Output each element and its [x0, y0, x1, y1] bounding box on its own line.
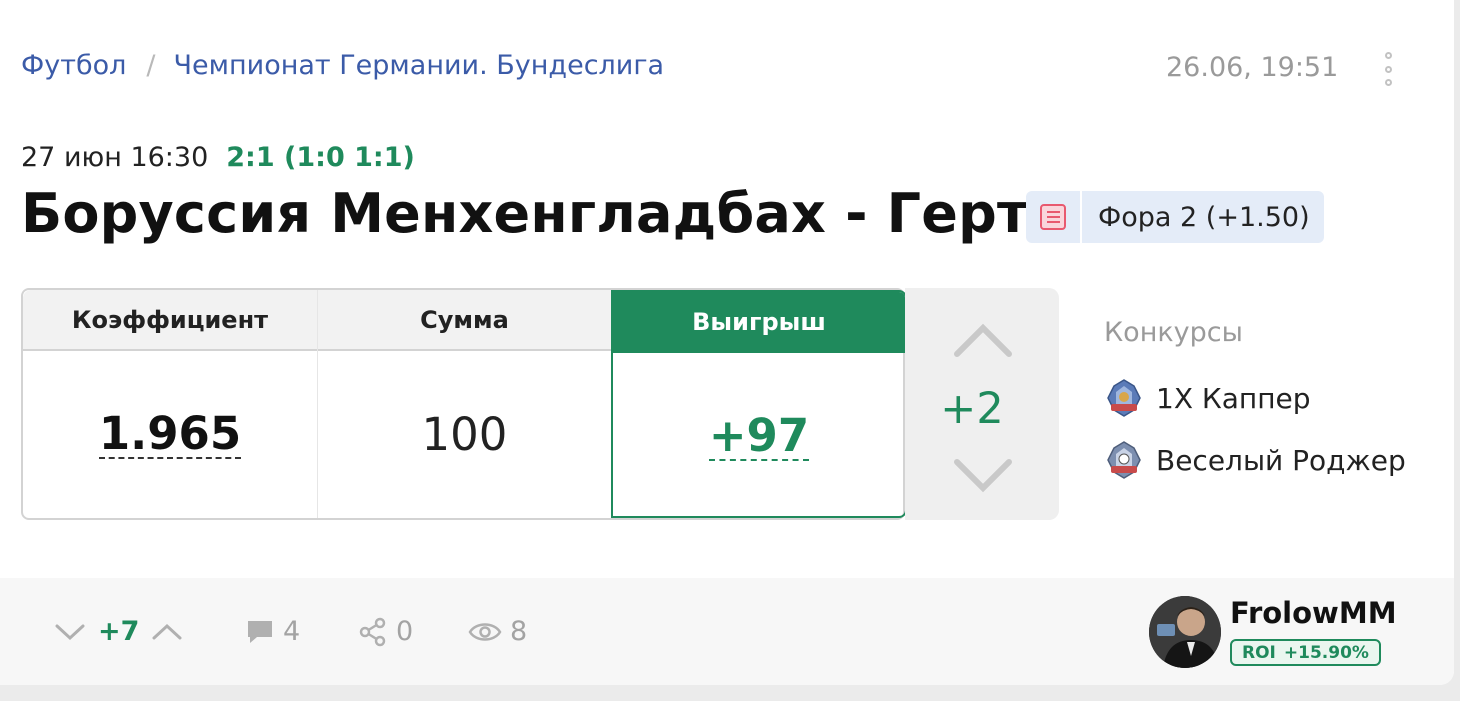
- chevron-down-icon[interactable]: [54, 621, 86, 643]
- shares-stat[interactable]: 0: [358, 616, 413, 647]
- avatar[interactable]: [1149, 596, 1221, 668]
- author-name[interactable]: FrolowMM: [1230, 596, 1397, 630]
- more-options-icon[interactable]: [1378, 52, 1398, 86]
- win-header: Выигрыш: [613, 292, 905, 353]
- rating-control: +7: [54, 616, 183, 647]
- roi-badge: ROI +15.90%: [1230, 639, 1381, 666]
- prediction-card: Футбол / Чемпионат Германии. Бундеслига …: [0, 0, 1454, 685]
- odds-column: Коэффициент 1.965: [23, 290, 318, 518]
- roi-value: +15.90%: [1283, 642, 1369, 663]
- match-score: 2:1 (1:0 1:1): [226, 142, 415, 173]
- vote-stepper: +2: [905, 288, 1059, 520]
- breadcrumb-sport-link[interactable]: Футбол: [21, 50, 126, 81]
- card-footer: +7 4 0 8: [0, 578, 1454, 685]
- contest-item[interactable]: 1X Каппер: [1104, 378, 1311, 418]
- post-datetime: 26.06, 19:51: [1166, 52, 1339, 83]
- match-info: 27 июн 16:30 2:1 (1:0 1:1): [21, 142, 415, 173]
- contest-label: 1X Каппер: [1156, 381, 1311, 415]
- sum-column: Сумма 100: [318, 290, 611, 518]
- bet-calculator: Коэффициент 1.965 Сумма 100 Выигрыш +97: [21, 288, 907, 520]
- comments-stat[interactable]: 4: [245, 616, 300, 647]
- views-count: 8: [510, 616, 528, 647]
- chevron-down-icon[interactable]: [953, 456, 1013, 496]
- contest-badge-icon: [1107, 441, 1141, 479]
- contest-badge-icon: [1107, 379, 1141, 417]
- comments-count: 4: [283, 616, 301, 647]
- breadcrumb: Футбол / Чемпионат Германии. Бундеслига: [21, 50, 664, 81]
- bet-type-tag: Фора 2 (+1.50): [1026, 191, 1324, 243]
- share-icon: [359, 617, 386, 646]
- breadcrumb-league-link[interactable]: Чемпионат Германии. Бундеслига: [174, 50, 665, 81]
- win-column: Выигрыш +97: [611, 290, 907, 518]
- rating-value: +7: [98, 616, 140, 647]
- contests-title: Конкурсы: [1104, 317, 1243, 348]
- match-kickoff: 27 июн 16:30: [21, 142, 209, 173]
- match-title[interactable]: Боруссия Менхенгладбах - Герта: [21, 182, 1065, 245]
- sum-value[interactable]: 100: [422, 408, 508, 461]
- chevron-up-icon[interactable]: [151, 621, 183, 643]
- eye-icon: [468, 622, 502, 641]
- chevron-up-icon[interactable]: [953, 320, 1013, 360]
- win-value[interactable]: +97: [708, 412, 810, 462]
- breadcrumb-separator: /: [146, 50, 156, 81]
- list-icon: [1026, 191, 1082, 243]
- shares-count: 0: [396, 616, 414, 647]
- contest-label: Веселый Роджер: [1156, 443, 1406, 477]
- views-stat: 8: [468, 616, 527, 647]
- odds-value[interactable]: 1.965: [98, 410, 242, 460]
- sum-header: Сумма: [318, 290, 611, 351]
- contest-item[interactable]: Веселый Роджер: [1104, 440, 1406, 480]
- comment-icon: [248, 620, 272, 643]
- stepper-value: +2: [940, 384, 1004, 434]
- odds-header: Коэффициент: [23, 290, 317, 351]
- roi-label: ROI: [1242, 642, 1276, 663]
- bet-type-label: Фора 2 (+1.50): [1098, 201, 1310, 233]
